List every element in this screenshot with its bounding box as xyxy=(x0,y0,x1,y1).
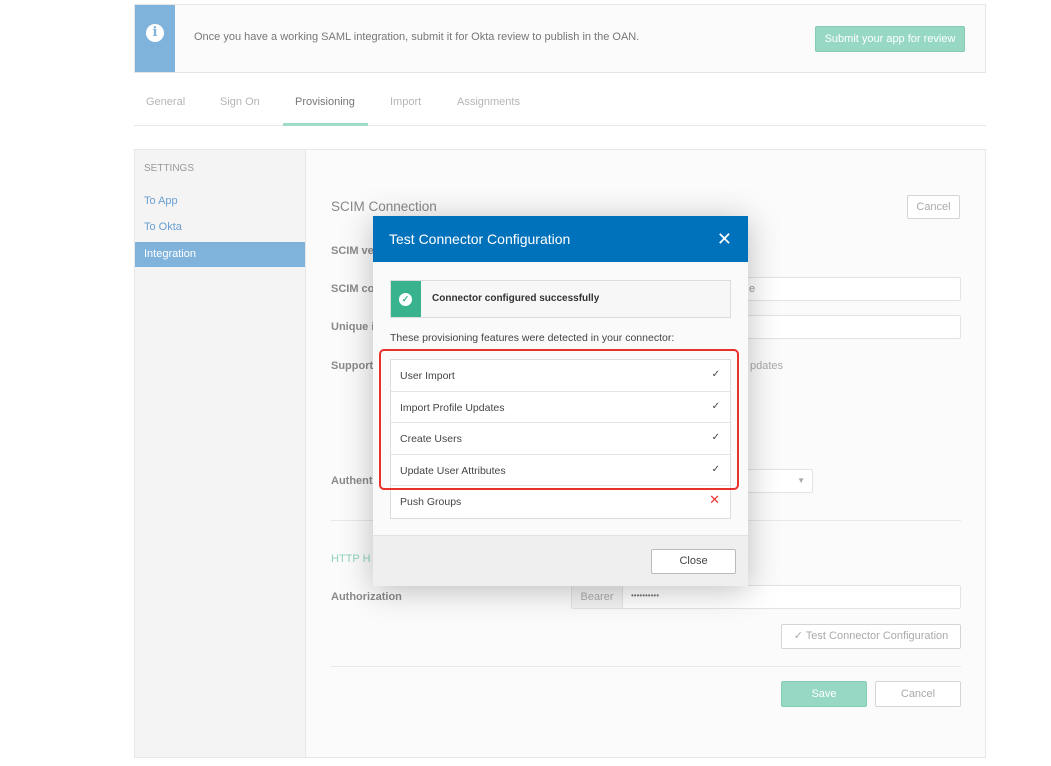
info-banner: i Once you have a working SAML integrati… xyxy=(134,4,986,73)
http-header-heading: HTTP H xyxy=(331,553,371,565)
save-button[interactable]: Save xyxy=(781,681,867,707)
sidebar-item-integration[interactable]: Integration xyxy=(135,242,305,267)
tab-general[interactable]: General xyxy=(146,96,185,122)
tab-sign-on[interactable]: Sign On xyxy=(220,96,260,122)
unique-identifier-label: Unique i xyxy=(331,321,375,333)
check-icon: ✓ xyxy=(793,630,806,642)
supported-action-text: pdates xyxy=(750,360,784,372)
list-item: Push Groups ✕ xyxy=(400,492,720,509)
modal-header: Test Connector Configuration ✕ xyxy=(373,216,748,262)
tab-import[interactable]: Import xyxy=(390,96,421,122)
tab-assignments[interactable]: Assignments xyxy=(457,96,520,122)
success-message: Connector configured successfully xyxy=(432,293,600,304)
authorization-input[interactable]: Bearer •••••••••• xyxy=(571,585,961,609)
modal-footer: Close xyxy=(373,535,748,586)
banner-message: Once you have a working SAML integration… xyxy=(194,31,640,43)
sidebar-heading: SETTINGS xyxy=(144,163,195,174)
section-title: SCIM Connection xyxy=(331,199,437,214)
close-button[interactable]: Close xyxy=(651,549,736,574)
x-icon: ✕ xyxy=(709,492,720,508)
highlight-box xyxy=(379,349,739,490)
cancel-top-button[interactable]: Cancel xyxy=(907,195,960,219)
test-connector-button[interactable]: ✓ Test Connector Configuration xyxy=(781,624,961,649)
settings-sidebar: SETTINGS To App To Okta Integration xyxy=(135,150,306,757)
authentication-mode-label: Authenti xyxy=(331,475,376,487)
submit-app-button[interactable]: Submit your app for review xyxy=(815,26,965,52)
token-value: •••••••••• xyxy=(631,591,660,600)
check-circle-icon: ✓ xyxy=(399,293,412,306)
modal-title: Test Connector Configuration xyxy=(389,231,571,247)
sidebar-item-to-okta[interactable]: To Okta xyxy=(135,215,305,240)
info-icon: i xyxy=(146,24,164,42)
sidebar-item-to-app[interactable]: To App xyxy=(135,189,305,214)
authorization-label: Authorization xyxy=(331,591,402,603)
tab-bar: General Sign On Provisioning Import Assi… xyxy=(134,96,986,126)
success-alert: ✓ Connector configured successfully xyxy=(390,280,731,318)
tab-provisioning[interactable]: Provisioning xyxy=(295,96,355,122)
divider xyxy=(331,666,961,667)
cancel-button[interactable]: Cancel xyxy=(875,681,961,707)
bearer-prefix: Bearer xyxy=(572,586,623,608)
chevron-down-icon: ▼ xyxy=(797,476,805,485)
detected-features-text: These provisioning features were detecte… xyxy=(390,332,675,344)
close-icon[interactable]: ✕ xyxy=(717,229,732,250)
scim-connector-label: SCIM co xyxy=(331,283,375,295)
supported-actions-label: Support xyxy=(331,360,374,372)
active-tab-indicator xyxy=(283,123,368,126)
scim-version-label: SCIM ve xyxy=(331,245,374,257)
